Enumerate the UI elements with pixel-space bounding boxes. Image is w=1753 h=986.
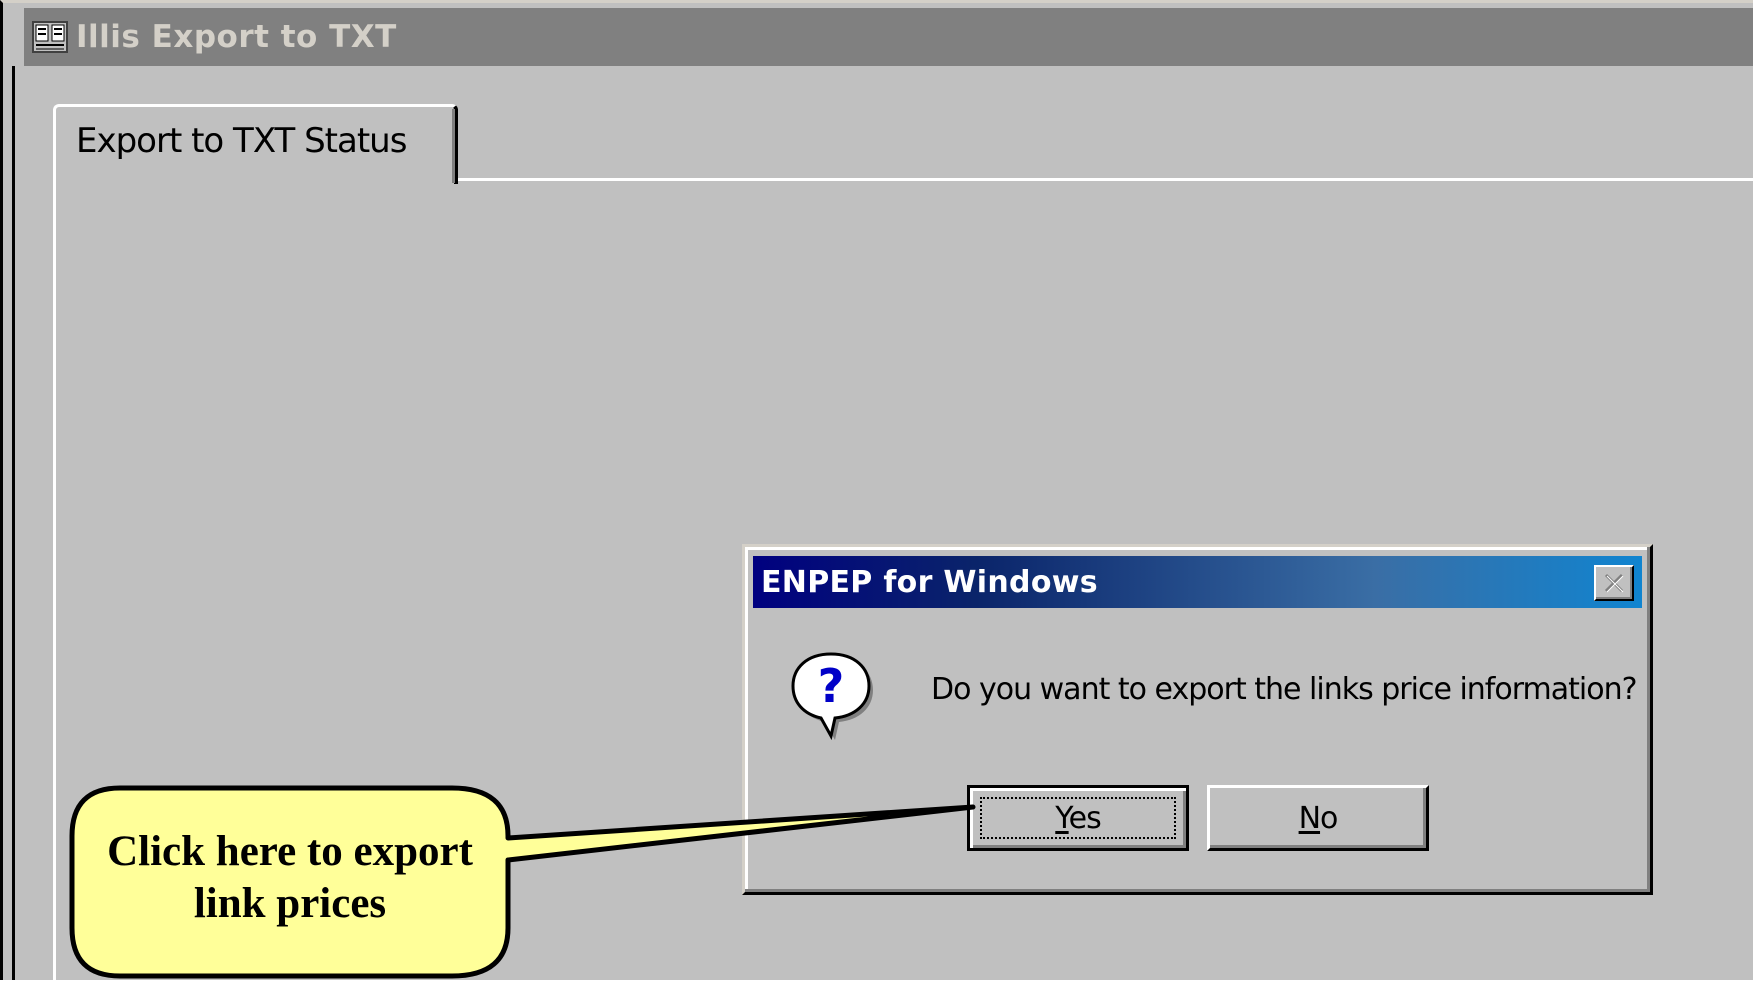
close-icon — [1604, 573, 1624, 593]
no-mnemonic: N — [1298, 800, 1321, 836]
screen: Illis Export to TXT Export to TXT Status… — [0, 0, 1753, 986]
dialog-title: ENPEP for Windows — [761, 564, 1098, 600]
app-icon — [32, 21, 68, 53]
no-button-label: No — [1298, 800, 1339, 836]
callout-line-2: link prices — [193, 880, 387, 928]
yes-button[interactable]: Yes — [967, 785, 1189, 851]
tab-export-status[interactable]: Export to TXT Status — [53, 104, 458, 184]
dialog-message: Do you want to export the links price in… — [931, 672, 1638, 707]
dialog-titlebar[interactable]: ENPEP for Windows — [753, 556, 1642, 608]
no-rest: o — [1320, 800, 1338, 836]
window-title: Illis Export to TXT — [76, 19, 397, 55]
tab-label: Export to TXT Status — [76, 121, 407, 161]
callout-line-1: Click here to export — [107, 828, 473, 875]
focus-ring — [980, 797, 1176, 839]
callout-text: Click here to export link prices — [70, 826, 510, 930]
window-left-border — [12, 66, 15, 980]
question-icon: ? — [791, 652, 873, 741]
main-titlebar[interactable]: Illis Export to TXT — [24, 8, 1753, 66]
svg-text:?: ? — [818, 659, 845, 713]
close-button[interactable] — [1594, 565, 1634, 601]
no-button[interactable]: No — [1207, 785, 1429, 851]
message-dialog: ENPEP for Windows ? Do you want to expor… — [742, 544, 1653, 895]
